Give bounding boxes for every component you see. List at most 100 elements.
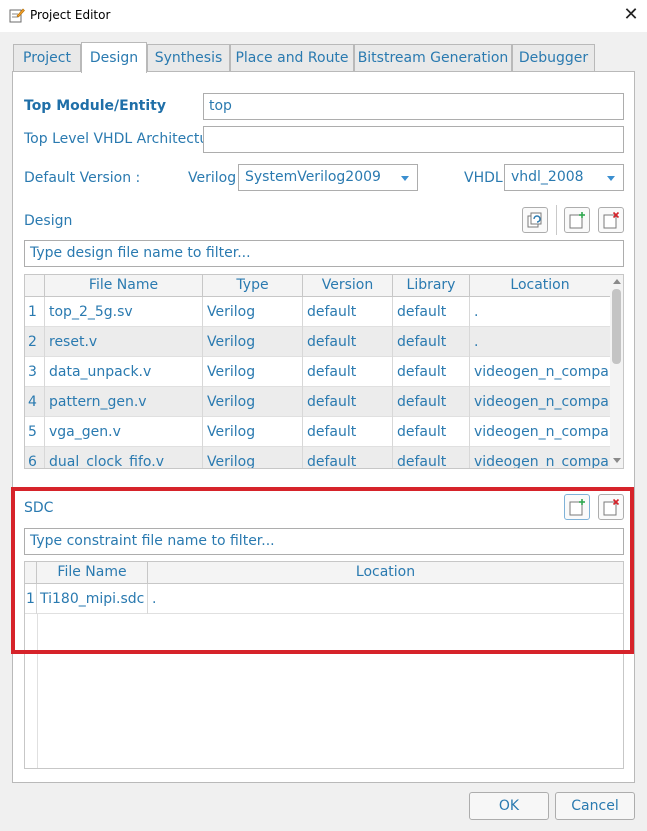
cell-file-name: reset.v (45, 327, 203, 357)
cell-library: default (393, 327, 470, 357)
design-tab-panel: Top Module/Entity top Top Level VHDL Arc… (12, 71, 635, 783)
cell-library: default (393, 387, 470, 417)
cell-file-name: vga_gen.v (45, 417, 203, 447)
column-header-type[interactable]: Type (203, 275, 303, 297)
column-header-version[interactable]: Version (303, 275, 393, 297)
cell-library: default (393, 447, 470, 468)
chevron-down-icon (607, 176, 615, 181)
cell-file-name: data_unpack.v (45, 357, 203, 387)
sdc-files-table: File Name Location 1 Ti180_mipi.sdc . (24, 561, 624, 769)
table-row[interactable]: 5 vga_gen.v Verilog default default vide… (25, 417, 610, 447)
add-design-file-button[interactable] (564, 207, 590, 233)
scroll-up-icon[interactable] (613, 279, 621, 284)
row-number: 2 (25, 327, 45, 357)
top-module-input[interactable]: top (203, 93, 624, 120)
cell-type: Verilog (203, 387, 303, 417)
row-number: 5 (25, 417, 45, 447)
constraint-filter-input[interactable]: Type constraint file name to filter... (24, 528, 624, 555)
cell-library: default (393, 417, 470, 447)
vhdl-version-value: vhdl_2008 (511, 169, 584, 185)
remove-file-icon (603, 211, 620, 229)
column-divider (37, 614, 38, 768)
sdc-section-label: SDC (24, 500, 54, 516)
verilog-version-select[interactable]: SystemVerilog2009 (238, 164, 418, 191)
constraint-filter-placeholder: Type constraint file name to filter... (30, 533, 275, 549)
cell-file-name: Ti180_mipi.sdc (37, 584, 148, 614)
top-module-label: Top Module/Entity (24, 98, 166, 114)
table-row[interactable]: 4 pattern_gen.v Verilog default default … (25, 387, 610, 417)
column-header-location[interactable]: Location (470, 275, 610, 297)
cell-type: Verilog (203, 447, 303, 468)
table-row[interactable]: 2 reset.v Verilog default default . (25, 327, 610, 357)
cell-type: Verilog (203, 297, 303, 327)
app-icon (9, 7, 25, 23)
add-file-icon (569, 212, 585, 229)
tab-project[interactable]: Project (13, 44, 81, 72)
sdc-table-header: File Name Location (25, 562, 623, 584)
cell-library: default (393, 357, 470, 387)
verilog-version-value: SystemVerilog2009 (245, 169, 381, 185)
cell-location: videogen_n_comparator (474, 364, 610, 380)
cell-file-name: top_2_5g.sv (45, 297, 203, 327)
row-number: 1 (25, 297, 45, 327)
cell-version: default (303, 447, 393, 468)
row-number: 6 (25, 447, 45, 468)
remove-file-icon (603, 498, 620, 516)
vhdl-label: VHDL (464, 170, 503, 186)
default-version-label: Default Version : (24, 170, 141, 186)
cell-file-name: pattern_gen.v (45, 387, 203, 417)
tab-debugger[interactable]: Debugger (512, 44, 595, 72)
cell-version: default (303, 297, 393, 327)
row-number: 1 (25, 584, 37, 614)
tab-design[interactable]: Design (81, 42, 147, 73)
verilog-label: Verilog (188, 170, 237, 186)
tab-place-and-route[interactable]: Place and Route (230, 44, 354, 72)
column-header-file-name[interactable]: File Name (45, 275, 203, 297)
refresh-icon (527, 212, 542, 228)
refresh-design-button[interactable] (522, 207, 548, 233)
cell-type: Verilog (203, 417, 303, 447)
table-row[interactable]: 3 data_unpack.v Verilog default default … (25, 357, 610, 387)
design-table-header: File Name Type Version Library Location (25, 275, 610, 297)
cell-location: videogen_n_comparator (474, 424, 610, 440)
column-header-library[interactable]: Library (393, 275, 470, 297)
cancel-button[interactable]: Cancel (555, 792, 635, 820)
table-row[interactable]: 1 Ti180_mipi.sdc . (25, 584, 623, 614)
window-title: Project Editor (30, 8, 111, 22)
tab-bitstream-generation[interactable]: Bitstream Generation (354, 44, 512, 72)
close-icon[interactable]: ✕ (620, 3, 642, 27)
cell-type: Verilog (203, 357, 303, 387)
chevron-down-icon (401, 176, 409, 181)
add-file-icon (569, 499, 585, 516)
remove-design-file-button[interactable] (598, 207, 624, 233)
design-filter-placeholder: Type design file name to filter... (30, 245, 251, 261)
ok-button[interactable]: OK (469, 792, 549, 820)
design-filter-input[interactable]: Type design file name to filter... (24, 240, 624, 267)
row-number: 3 (25, 357, 45, 387)
corner-header (25, 275, 45, 297)
cell-location: videogen_n_comparator (474, 394, 610, 410)
remove-constraint-file-button[interactable] (598, 494, 624, 520)
cell-version: default (303, 357, 393, 387)
design-table-scrollbar[interactable] (610, 275, 623, 468)
design-section-label: Design (24, 213, 73, 229)
design-files-table: File Name Type Version Library Location … (24, 274, 624, 469)
cell-version: default (303, 327, 393, 357)
table-row[interactable]: 1 top_2_5g.sv Verilog default default . (25, 297, 610, 327)
column-header-file-name[interactable]: File Name (37, 562, 148, 584)
column-header-location[interactable]: Location (148, 562, 623, 584)
cell-location: . (152, 591, 157, 607)
table-row[interactable]: 6 dual_clock_fifo.v Verilog default defa… (25, 447, 610, 469)
row-number: 4 (25, 387, 45, 417)
top-vhdl-architecture-input[interactable] (203, 126, 624, 153)
cell-location: videogen_n_comparator (474, 454, 610, 469)
cell-location: . (474, 334, 479, 350)
scrollbar-thumb[interactable] (612, 289, 621, 364)
add-constraint-file-button[interactable] (564, 494, 590, 520)
cell-library: default (393, 297, 470, 327)
cell-file-name: dual_clock_fifo.v (45, 447, 203, 468)
scroll-down-icon[interactable] (613, 458, 621, 463)
vhdl-version-select[interactable]: vhdl_2008 (504, 164, 624, 191)
toolbar-divider (556, 205, 557, 235)
tab-synthesis[interactable]: Synthesis (147, 44, 230, 72)
